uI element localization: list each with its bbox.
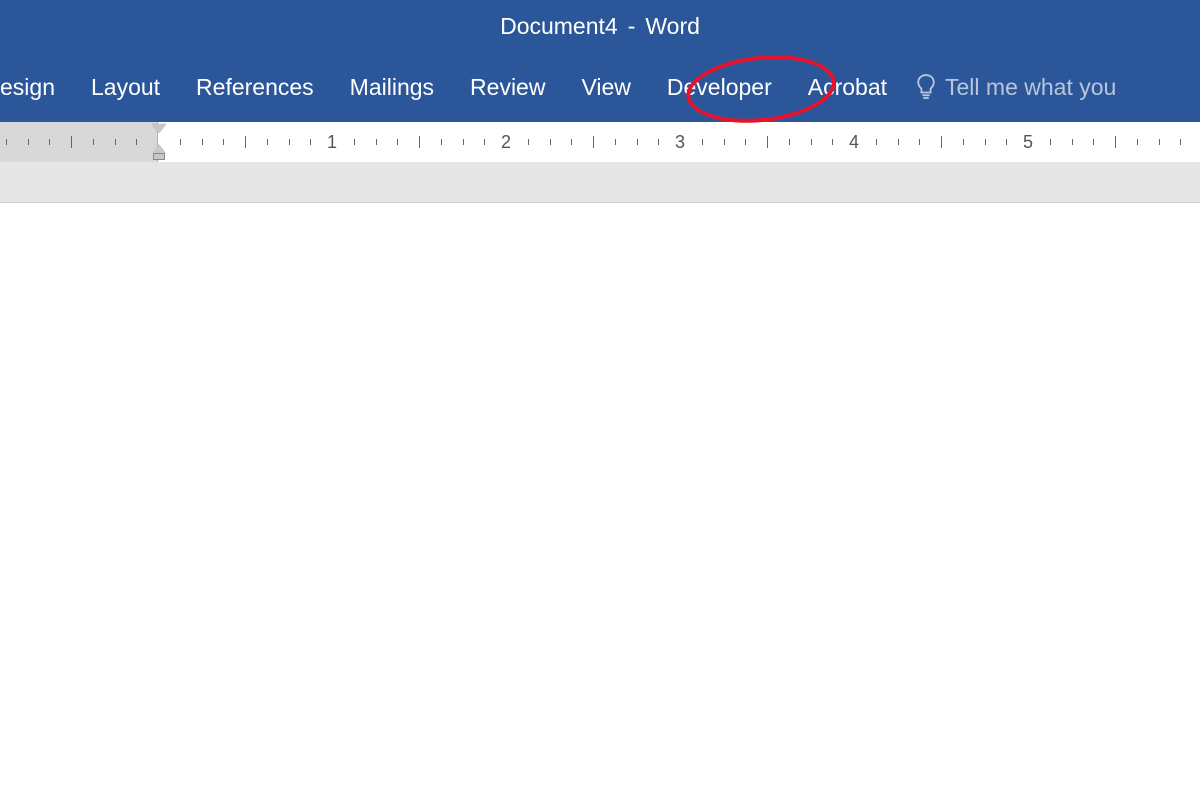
ruler-tick <box>397 139 398 145</box>
ruler-tick <box>658 139 659 145</box>
ruler-tick <box>376 139 377 145</box>
ruler-tick <box>593 136 594 148</box>
ruler-number-4: 4 <box>849 132 859 153</box>
ruler-tick <box>767 136 768 148</box>
tab-layout[interactable]: Layout <box>73 52 178 122</box>
ruler-tick <box>571 139 572 145</box>
ruler-tick <box>1093 139 1094 145</box>
ruler-tick <box>115 139 116 145</box>
horizontal-ruler[interactable]: 1 2 3 4 5 <box>0 122 1200 162</box>
tab-view[interactable]: View <box>563 52 648 122</box>
tab-label: References <box>196 74 314 101</box>
tab-label: Acrobat <box>808 74 887 101</box>
ruler-tick <box>245 136 246 148</box>
ruler-number-1: 1 <box>327 132 337 153</box>
ruler-tick <box>310 139 311 145</box>
document-name: Document4 <box>500 13 618 40</box>
ruler-number-3: 3 <box>675 132 685 153</box>
ruler-tick <box>1137 139 1138 145</box>
ruler-tick <box>441 139 442 145</box>
tab-design[interactable]: esign <box>0 52 73 122</box>
ruler-tick <box>267 139 268 145</box>
tell-me-placeholder: Tell me what you <box>945 74 1116 101</box>
ruler-tick <box>985 139 986 145</box>
ruler-tick <box>1050 139 1051 145</box>
tab-label: View <box>581 74 630 101</box>
document-gray-area <box>0 162 1200 202</box>
ruler-tick <box>136 139 137 145</box>
tab-label: Developer <box>667 74 772 101</box>
tell-me-search[interactable]: Tell me what you <box>905 72 1116 102</box>
tab-developer[interactable]: Developer <box>649 52 790 122</box>
ruler-tick <box>419 136 420 148</box>
ruler-tick <box>289 139 290 145</box>
title-separator: - <box>628 13 636 40</box>
ruler-tick <box>789 139 790 145</box>
ruler-tick <box>180 139 181 145</box>
ruler-tick <box>1006 139 1007 145</box>
tab-label: Mailings <box>350 74 434 101</box>
ruler-tick <box>71 136 72 148</box>
ruler-tick <box>724 139 725 145</box>
ruler-tick <box>528 139 529 145</box>
ruler-tick <box>637 139 638 145</box>
ruler-tick <box>919 139 920 145</box>
title-bar: Document4 - Word <box>0 0 1200 52</box>
ruler-tick <box>876 139 877 145</box>
ruler-tick <box>1180 139 1181 145</box>
ruler-tick <box>1115 136 1116 148</box>
left-indent-marker[interactable] <box>153 153 165 160</box>
ruler-tick <box>354 139 355 145</box>
tab-acrobat[interactable]: Acrobat <box>790 52 905 122</box>
ruler-number-5: 5 <box>1023 132 1033 153</box>
document-page[interactable] <box>0 202 1200 791</box>
ruler-tick <box>49 139 50 145</box>
ruler-tick <box>463 139 464 145</box>
ruler-tick <box>93 139 94 145</box>
tab-review[interactable]: Review <box>452 52 563 122</box>
ruler-tick <box>963 139 964 145</box>
tab-mailings[interactable]: Mailings <box>332 52 452 122</box>
ruler-left-margin <box>0 122 158 162</box>
hanging-indent-marker[interactable] <box>152 144 166 153</box>
ruler-tick <box>702 139 703 145</box>
ruler-tick <box>6 139 7 145</box>
ruler-tick <box>223 139 224 145</box>
tab-label: esign <box>0 74 55 101</box>
ruler-tick <box>28 139 29 145</box>
ruler-tick <box>811 139 812 145</box>
ruler-tick <box>898 139 899 145</box>
tab-label: Review <box>470 74 545 101</box>
ruler-tick <box>832 139 833 145</box>
ruler-tick <box>745 139 746 145</box>
tab-label: Layout <box>91 74 160 101</box>
lightbulb-icon <box>915 72 937 102</box>
ruler-number-2: 2 <box>501 132 511 153</box>
ruler-tick <box>941 136 942 148</box>
first-line-indent-marker[interactable] <box>152 124 166 133</box>
ruler-tick <box>615 139 616 145</box>
ruler-tick <box>202 139 203 145</box>
app-name: Word <box>645 13 700 40</box>
ruler-tick <box>550 139 551 145</box>
ruler-tick <box>1159 139 1160 145</box>
ribbon-tab-strip: esign Layout References Mailings Review … <box>0 52 1200 122</box>
ruler-tick <box>484 139 485 145</box>
tab-references[interactable]: References <box>178 52 332 122</box>
ruler-tick <box>1072 139 1073 145</box>
